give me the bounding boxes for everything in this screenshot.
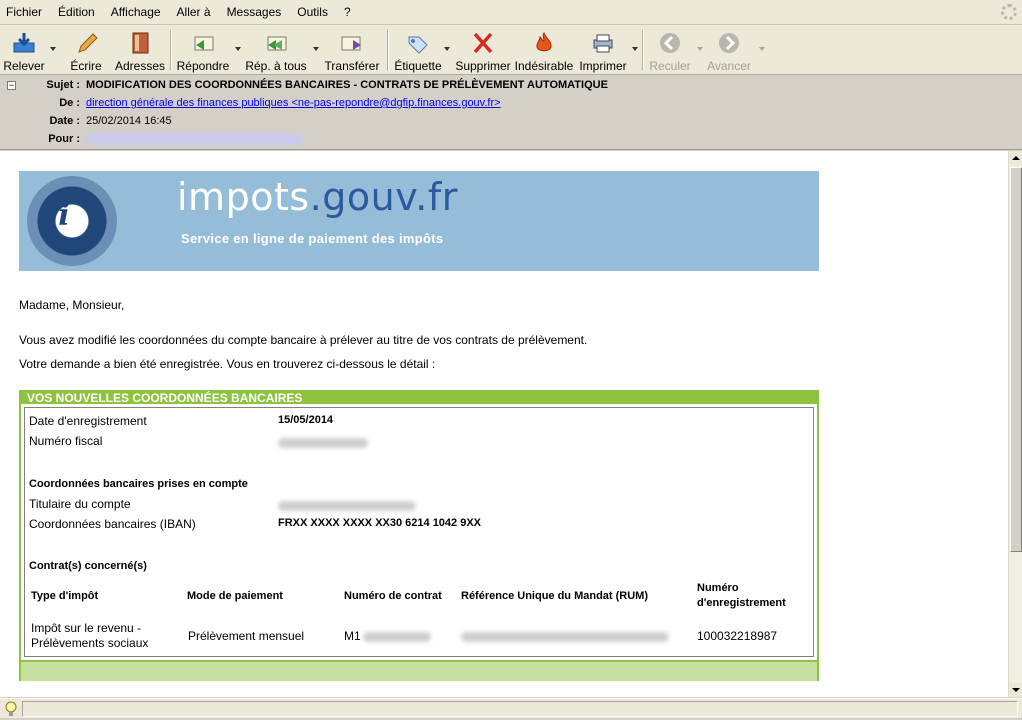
brand-part-1: impots — [177, 175, 310, 219]
from-label: De : — [59, 97, 80, 109]
to-label: Pour : — [48, 133, 80, 145]
back-button[interactable]: Reculer — [648, 27, 692, 73]
row-mode: Prélèvement mensuel — [188, 629, 305, 643]
row-contract: M1 — [344, 629, 431, 643]
get-mail-icon — [11, 30, 37, 55]
scroll-down-button[interactable] — [1009, 683, 1022, 697]
subject-label: Sujet : — [46, 79, 80, 91]
reg-date-label: Date d'enregistrement — [29, 414, 147, 428]
menu-affichage[interactable]: Affichage — [111, 5, 161, 19]
menu-messages[interactable]: Messages — [227, 5, 282, 19]
message-body: i impots.gouv.fr Service en ligne de pai… — [0, 151, 1008, 697]
fiscal-number-redacted — [278, 435, 368, 449]
brand-name: impots.gouv.fr — [177, 175, 458, 219]
menu-outils[interactable]: Outils — [297, 5, 328, 19]
row-type-1: Impôt sur le revenu - — [31, 621, 142, 635]
col-reg-1: Numéro — [697, 582, 739, 594]
print-dropdown-icon[interactable] — [632, 47, 638, 51]
get-mail-dropdown-icon[interactable] — [50, 47, 56, 51]
reply-all-button[interactable]: Rép. à tous — [245, 27, 307, 73]
toolbar-separator — [170, 29, 172, 71]
back-dropdown-icon[interactable] — [697, 47, 703, 51]
greeting: Madame, Monsieur, — [19, 298, 125, 312]
reply-dropdown-icon[interactable] — [235, 47, 241, 51]
col-type: Type d'impôt — [31, 590, 99, 602]
row-type-2: Prélèvements sociaux — [31, 636, 149, 650]
impots-banner: i impots.gouv.fr Service en ligne de pai… — [19, 171, 819, 271]
flame-icon — [531, 30, 557, 55]
menu-fichier[interactable]: Fichier — [6, 5, 42, 19]
forward-button[interactable]: Transférer — [324, 27, 380, 73]
scroll-up-icon — [1012, 156, 1020, 160]
from-value[interactable]: direction générale des finances publique… — [86, 97, 501, 109]
holder-label: Titulaire du compte — [29, 497, 131, 511]
date-value: 25/02/2014 16:45 — [86, 115, 172, 127]
reply-icon — [190, 30, 216, 55]
date-label: Date : — [49, 115, 80, 127]
pencil-icon — [73, 30, 99, 55]
message-headers: − Sujet : MODIFICATION DES COORDONNÉES B… — [0, 76, 1022, 150]
body-line-1: Vous avez modifié les coordonnées du com… — [19, 333, 588, 347]
tag-button[interactable]: Étiquette — [393, 27, 443, 73]
toolbar-separator — [642, 29, 644, 71]
write-button[interactable]: Écrire — [66, 27, 106, 73]
tag-dropdown-icon[interactable] — [444, 47, 450, 51]
tag-icon — [405, 30, 431, 55]
back-arrow-icon — [657, 30, 683, 55]
bank-section-title: Coordonnées bancaires prises en compte — [29, 478, 248, 490]
reply-all-icon — [263, 30, 289, 55]
body-line-2: Votre demande a bien été enregistrée. Vo… — [19, 357, 436, 371]
menu-bar: Fichier Édition Affichage Aller à Messag… — [0, 0, 1022, 25]
reply-button[interactable]: Répondre — [176, 27, 230, 73]
scroll-thumb[interactable] — [1010, 167, 1022, 552]
forward-icon — [339, 30, 365, 55]
forward-arrow-icon — [716, 30, 742, 55]
menu-aller[interactable]: Aller à — [177, 5, 211, 19]
to-value-redacted[interactable] — [86, 133, 302, 145]
delete-x-icon — [470, 30, 496, 55]
status-field — [22, 701, 1018, 717]
toolbar-separator — [387, 29, 389, 71]
forward-nav-button[interactable]: Avancer — [706, 27, 752, 73]
holder-redacted — [278, 498, 416, 512]
status-bar — [0, 698, 1022, 718]
col-contract: Numéro de contrat — [344, 590, 442, 602]
activity-throbber-icon — [1001, 4, 1017, 20]
brand-part-2: gouv.fr — [322, 175, 458, 219]
iban-label: Coordonnées bancaires (IBAN) — [29, 517, 196, 531]
fiscal-number-label: Numéro fiscal — [29, 434, 103, 448]
junk-button[interactable]: Indésirable — [514, 27, 574, 73]
delete-button[interactable]: Supprimer — [455, 27, 511, 73]
address-book-icon — [127, 30, 153, 55]
details-footer — [21, 662, 817, 681]
col-mode: Mode de paiement — [187, 590, 283, 602]
info-i-icon: i — [58, 198, 70, 233]
printer-icon — [590, 30, 616, 55]
contracts-section-title: Contrat(s) concerné(s) — [29, 560, 147, 572]
subject-value: MODIFICATION DES COORDONNÉES BANCAIRES -… — [86, 79, 608, 91]
menu-help[interactable]: ? — [344, 5, 351, 19]
reg-date-value: 15/05/2014 — [278, 414, 334, 426]
lightbulb-icon — [4, 701, 18, 717]
scroll-down-icon — [1012, 688, 1020, 692]
col-rum: Référence Unique du Mandat (RUM) — [461, 590, 649, 602]
col-reg-2: d'enregistrement — [697, 597, 786, 609]
banner-tagline: Service en ligne de paiement des impôts — [181, 231, 444, 246]
get-mail-button[interactable]: Relever — [2, 27, 46, 73]
scroll-up-button[interactable] — [1009, 151, 1022, 165]
menu-edition[interactable]: Édition — [58, 5, 95, 19]
print-button[interactable]: Imprimer — [578, 27, 628, 73]
iban-value: FRXX XXXX XXXX XX30 6214 1042 9XX — [278, 517, 482, 529]
reply-all-dropdown-icon[interactable] — [313, 47, 319, 51]
details-title: VOS NOUVELLES COORDONNÉES BANCAIRES — [27, 391, 303, 405]
vertical-scrollbar[interactable] — [1008, 151, 1022, 697]
row-contract-prefix: M1 — [344, 629, 361, 643]
forward-nav-dropdown-icon[interactable] — [759, 47, 765, 51]
row-rum-redacted — [461, 629, 669, 643]
toolbar: Relever Écrire Adresses Répondre Rép. à … — [0, 25, 1022, 75]
brand-dot: . — [309, 175, 323, 219]
address-book-button[interactable]: Adresses — [115, 27, 165, 73]
details-box: VOS NOUVELLES COORDONNÉES BANCAIRES Date… — [19, 390, 819, 681]
row-reg: 100032218987 — [697, 629, 778, 643]
